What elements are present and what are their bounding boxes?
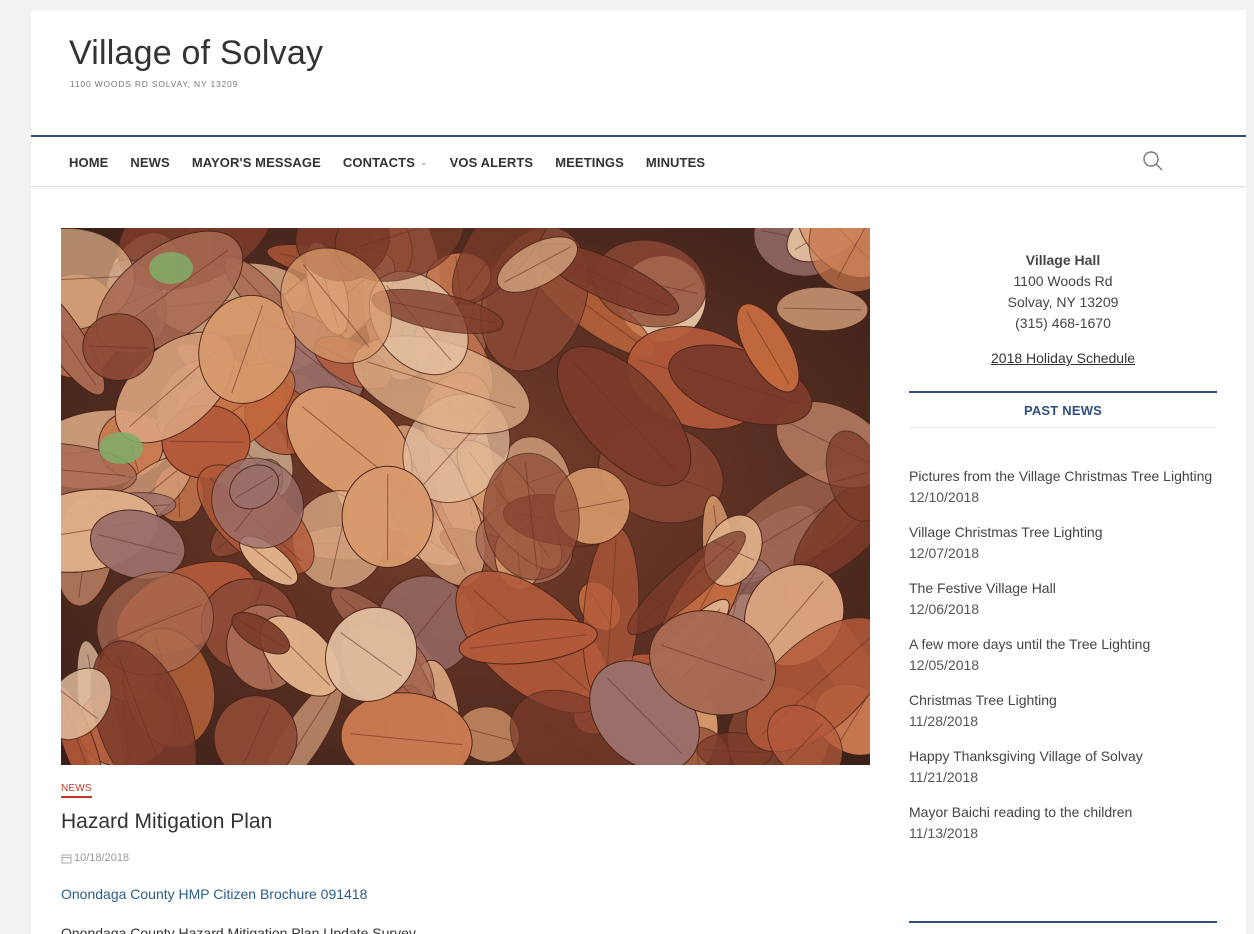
main-nav: HOME NEWS MAYOR'S MESSAGE CONTACTS ⌄ VOS …: [31, 137, 1246, 187]
post-body-line: Onondaga County Hazard Mitigation Plan U…: [61, 925, 416, 934]
nav-item-vos-alerts[interactable]: VOS ALERTS: [450, 155, 534, 170]
news-date: 12/05/2018: [909, 657, 980, 673]
nav-item-contacts[interactable]: CONTACTS ⌄: [343, 155, 428, 170]
widget-divider: [909, 921, 1217, 923]
site-tagline: 1100 WOODS RD SOLVAY, NY 13209: [70, 79, 239, 89]
news-date: 12/06/2018: [909, 601, 980, 617]
nav-label: NEWS: [130, 155, 170, 170]
news-title[interactable]: Happy Thanksgiving Village of Solvay: [909, 748, 1143, 764]
nav-label: MAYOR'S MESSAGE: [191, 155, 321, 170]
sidebar: Village Hall 1100 Woods Rd Solvay, NY 13…: [909, 228, 1217, 858]
list-item[interactable]: The Festive Village Hall 12/06/2018: [909, 578, 1217, 620]
nav-item-news[interactable]: NEWS: [130, 155, 169, 170]
past-news-heading: PAST NEWS: [909, 391, 1217, 428]
list-item[interactable]: A few more days until the Tree Lighting 1…: [909, 634, 1217, 676]
news-date: 11/13/2018: [909, 825, 979, 841]
village-hall-name: Village Hall: [1025, 252, 1101, 268]
nav-item-mayors-message[interactable]: MAYOR'S MESSAGE: [192, 155, 321, 170]
news-title[interactable]: A few more days until the Tree Lighting: [909, 636, 1150, 652]
nav-item-home[interactable]: HOME: [69, 155, 108, 170]
brochure-link[interactable]: Onondaga County HMP Citizen Brochure 091…: [61, 886, 367, 902]
nav-label: VOS ALERTS: [449, 155, 534, 170]
nav-label: HOME: [69, 155, 109, 170]
list-item[interactable]: Happy Thanksgiving Village of Solvay 11/2…: [909, 746, 1217, 788]
list-item[interactable]: Pictures from the Village Christmas Tree…: [909, 466, 1217, 508]
news-date: 11/28/2018: [909, 713, 979, 729]
nav-label: MEETINGS: [555, 155, 624, 170]
page: Village of Solvay 1100 WOODS RD SOLVAY, …: [31, 10, 1246, 934]
category-link[interactable]: NEWS: [61, 783, 92, 798]
list-item[interactable]: Village Christmas Tree Lighting 12/07/201…: [909, 522, 1217, 564]
news-date: 11/21/2018: [909, 769, 979, 785]
nav-label: CONTACTS: [342, 155, 415, 170]
post-date: 10/18/2018: [61, 852, 129, 864]
post-title[interactable]: Hazard Mitigation Plan: [61, 810, 272, 834]
address-line-1: 1100 Woods Rd: [1013, 273, 1113, 289]
news-date: 12/07/2018: [909, 545, 980, 561]
village-hall-info: Village Hall 1100 Woods Rd Solvay, NY 13…: [909, 250, 1217, 369]
site-title[interactable]: Village of Solvay: [69, 34, 323, 73]
search-icon[interactable]: [1142, 150, 1168, 176]
phone-number: (315) 468-1670: [1015, 315, 1111, 331]
list-item[interactable]: Mayor Baichi reading to the children 11/1…: [909, 802, 1217, 844]
holiday-schedule-link[interactable]: 2018 Holiday Schedule: [991, 348, 1135, 369]
post-date-text: 10/18/2018: [74, 852, 130, 864]
calendar-icon: [61, 854, 72, 863]
news-title[interactable]: Mayor Baichi reading to the children: [909, 804, 1132, 820]
nav-item-minutes[interactable]: MINUTES: [646, 155, 705, 170]
nav-item-meetings[interactable]: MEETINGS: [555, 155, 624, 170]
news-title[interactable]: Christmas Tree Lighting: [909, 692, 1057, 708]
news-title[interactable]: The Festive Village Hall: [909, 580, 1056, 596]
site-header: Village of Solvay 1100 WOODS RD SOLVAY, …: [31, 10, 1246, 137]
news-date: 12/10/2018: [909, 489, 980, 505]
featured-image[interactable]: [61, 228, 870, 765]
news-title[interactable]: Pictures from the Village Christmas Tree…: [909, 468, 1212, 484]
past-news-list: Pictures from the Village Christmas Tree…: [909, 466, 1217, 844]
news-title[interactable]: Village Christmas Tree Lighting: [909, 524, 1103, 540]
address-line-2: Solvay, NY 13209: [1007, 294, 1119, 310]
list-item[interactable]: Christmas Tree Lighting 11/28/2018: [909, 690, 1217, 732]
chevron-down-icon: ⌄: [419, 157, 428, 167]
nav-label: MINUTES: [645, 155, 706, 170]
